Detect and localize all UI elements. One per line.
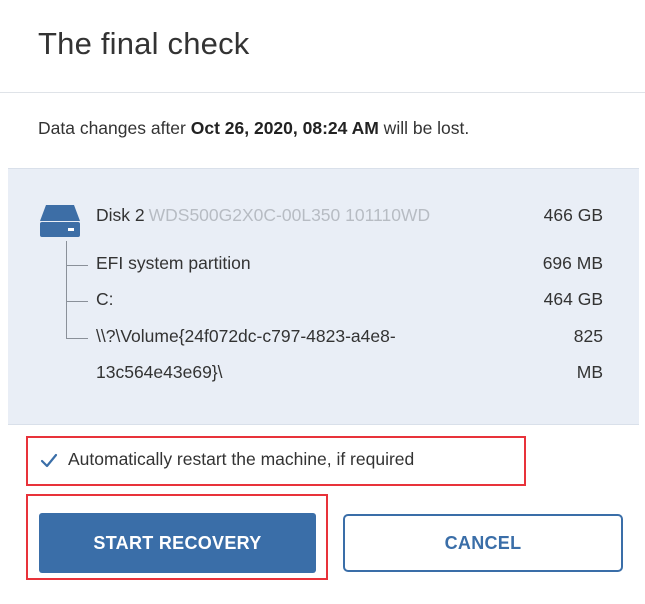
data-loss-warning: Data changes after Oct 26, 2020, 08:24 A… xyxy=(38,118,469,139)
hard-drive-icon xyxy=(40,205,80,237)
disk-model: WDS500G2X0C-00L350 101110WD xyxy=(148,205,431,225)
warning-date: Oct 26, 2020, 08:24 AM xyxy=(190,118,379,138)
tree-branch xyxy=(66,265,88,266)
disk-name: Disk 2 xyxy=(96,205,145,225)
final-check-dialog: The final check Data changes after Oct 2… xyxy=(0,0,645,604)
partition-c-size: 464 GB xyxy=(543,289,603,309)
auto-restart-checkbox[interactable]: Automatically restart the machine, if re… xyxy=(26,436,526,486)
disk-label: Disk 2 WDS500G2X0C-00L350 101110WD xyxy=(96,205,430,226)
cancel-button[interactable]: CANCEL xyxy=(343,514,623,572)
disk-size: 466 GB xyxy=(543,205,603,225)
tree-branch xyxy=(66,338,88,339)
dialog-title: The final check xyxy=(38,26,250,61)
checkmark-icon xyxy=(40,453,58,468)
partition-volume-name-line2: 13c564e43e69}\ xyxy=(96,362,223,382)
partition-volume-size-line2: MB xyxy=(576,362,603,382)
tree-line xyxy=(66,241,67,339)
tree-branch xyxy=(66,301,88,302)
partition-efi-name: EFI system partition xyxy=(96,253,251,273)
partition-efi-size: 696 MB xyxy=(542,253,603,273)
auto-restart-label[interactable]: Automatically restart the machine, if re… xyxy=(68,449,414,470)
partition-volume-size-line1: 825 xyxy=(573,326,603,346)
partition-c-name: C: xyxy=(96,289,114,309)
disk-panel: Disk 2 WDS500G2X0C-00L350 101110WD 466 GB… xyxy=(8,168,639,425)
warning-suffix: will be lost. xyxy=(378,118,470,138)
start-recovery-button[interactable]: START RECOVERY xyxy=(39,513,316,573)
partition-volume-name-line1: \\?\Volume{24f072dc-c797-4823-a4e8- xyxy=(96,326,396,346)
title-divider xyxy=(0,92,645,93)
warning-prefix: Data changes after xyxy=(38,118,191,138)
